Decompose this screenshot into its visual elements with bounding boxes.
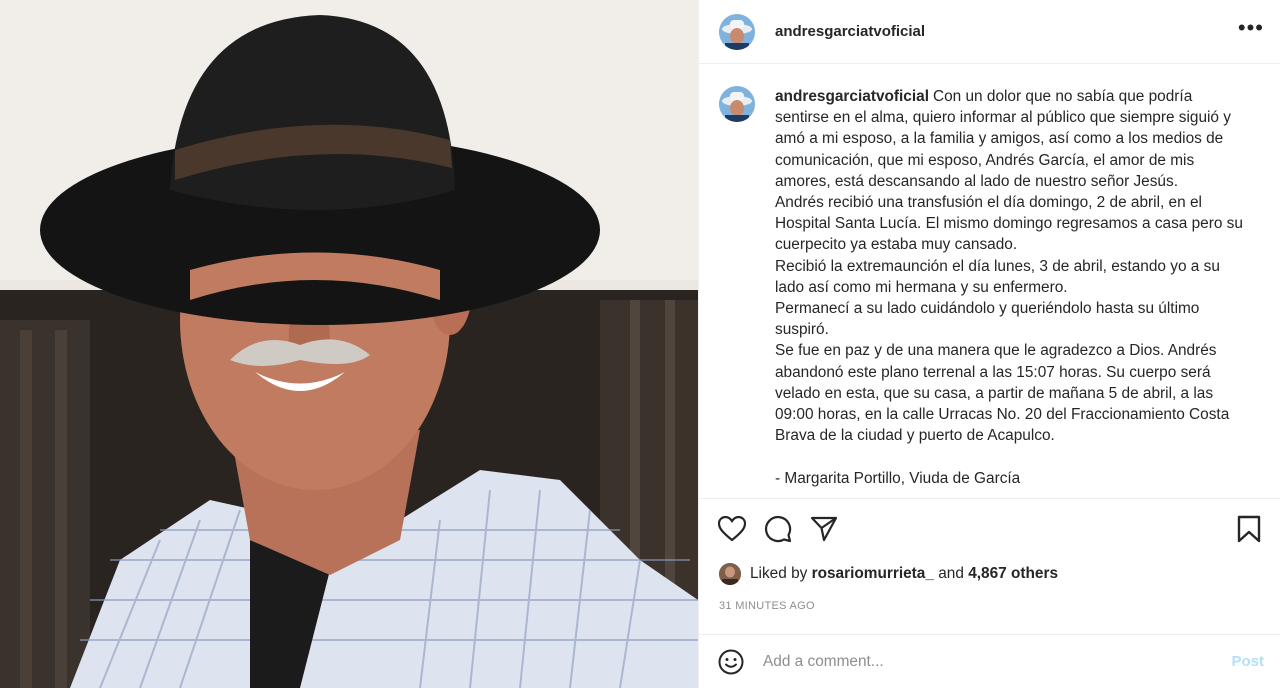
caption-avatar[interactable]	[719, 86, 755, 122]
action-bar	[717, 512, 1264, 546]
caption-username[interactable]: andresgarciatvoficial	[775, 88, 929, 105]
profile-avatar[interactable]	[719, 13, 755, 50]
paper-plane-icon[interactable]	[809, 514, 839, 544]
avatar-image	[719, 86, 755, 122]
heart-outline-icon[interactable]	[717, 514, 747, 544]
likes-prefix: Liked by	[750, 565, 808, 582]
post-sidebar: andresgarciatvoficial ••• andresgarciatv…	[698, 0, 1280, 688]
divider	[699, 498, 1280, 499]
likes-line: Liked by rosariomurrieta_ and 4,867 othe…	[719, 563, 1058, 585]
comment-bubble-icon[interactable]	[763, 514, 793, 544]
man-in-cowboy-hat-image	[0, 0, 698, 688]
post-comment-button[interactable]: Post	[1231, 653, 1264, 670]
bookmark-icon[interactable]	[1234, 514, 1264, 544]
caption-body: Con un dolor que no sabía que podría sen…	[775, 88, 1243, 487]
post-photo[interactable]	[0, 0, 698, 688]
comment-bar: Post	[699, 634, 1280, 688]
caption-text-block: andresgarciatvoficial Con un dolor que no…	[775, 86, 1245, 498]
avatar-image	[719, 13, 755, 50]
header-username[interactable]: andresgarciatvoficial	[775, 23, 925, 40]
smiley-icon[interactable]	[717, 648, 745, 676]
instagram-post: andresgarciatvoficial ••• andresgarciatv…	[0, 0, 1280, 688]
likes-connector: and	[938, 565, 964, 582]
more-options-icon[interactable]: •••	[1238, 16, 1264, 41]
caption-section: andresgarciatvoficial Con un dolor que no…	[699, 64, 1280, 498]
liker-username[interactable]: rosariomurrieta_	[812, 565, 934, 583]
likes-others-link[interactable]: 4,867 others	[968, 565, 1058, 583]
comment-input[interactable]	[761, 651, 1232, 672]
post-header: andresgarciatvoficial •••	[699, 0, 1280, 64]
post-timestamp[interactable]: 31 MINUTES AGO	[719, 600, 815, 612]
liker-avatar[interactable]	[719, 563, 741, 585]
